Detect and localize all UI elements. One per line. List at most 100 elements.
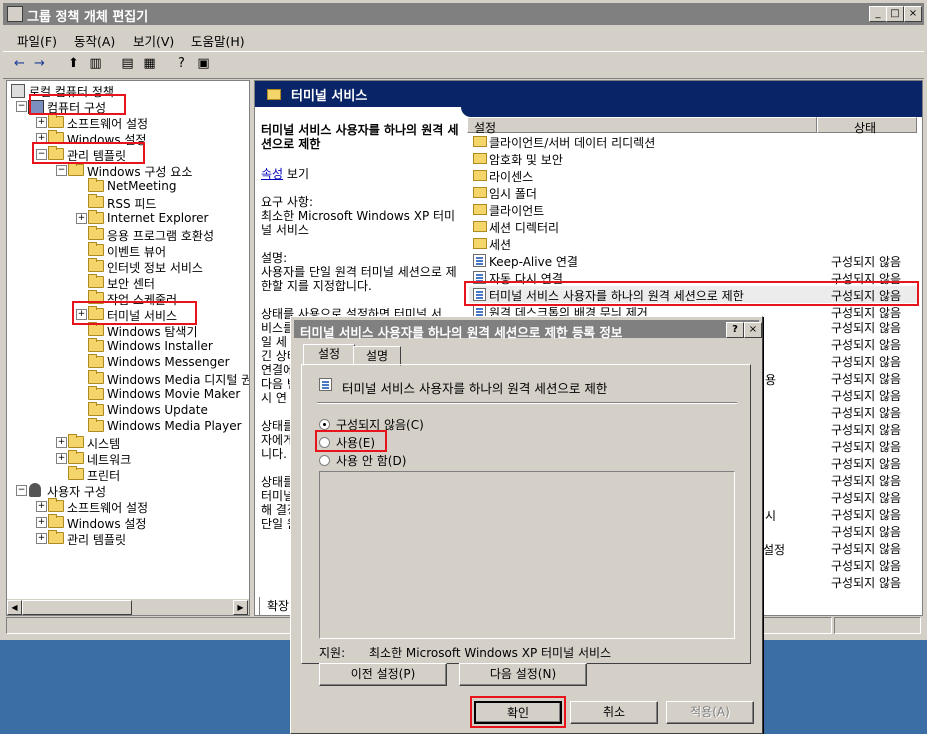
dialog-title-bar[interactable]: 터미널 서비스 사용자를 하나의 원격 세션으로 제한 등록 정보 ? ×	[294, 320, 762, 340]
support-text: 최소한 Microsoft Windows XP 터미널 서비스	[369, 646, 612, 660]
policy-row[interactable]: Keep-Alive 연결 구성되지 않음	[469, 252, 919, 269]
help-icon[interactable]: ?	[173, 56, 190, 72]
desc-link-row: 속성 보기	[261, 167, 309, 181]
folder-icon	[88, 258, 104, 272]
scroll-thumb[interactable]	[22, 600, 132, 615]
folder-icon	[88, 338, 104, 352]
scroll-right-icon[interactable]: ▶	[233, 600, 248, 615]
tab-description[interactable]: 설명	[353, 346, 401, 366]
minimize-button[interactable]: _	[869, 6, 887, 22]
desc-title: 터미널 서비스 사용자를 하나의 원격 세션으로 제한	[261, 123, 459, 151]
list-item[interactable]: 클라이언트/서버 데이터 리디렉션	[469, 133, 919, 150]
user-icon	[29, 483, 41, 497]
menu-help[interactable]: 도움말(H)	[191, 31, 245, 50]
properties-dialog: 터미널 서비스 사용자를 하나의 원격 세션으로 제한 등록 정보 ? × 설정…	[290, 316, 763, 734]
list-item[interactable]: 클라이언트	[469, 201, 919, 218]
maximize-button[interactable]: □	[886, 6, 904, 22]
dialog-help-button[interactable]: ?	[726, 322, 744, 338]
computer-policy-icon	[11, 84, 25, 98]
export-icon[interactable]: ▦	[141, 56, 158, 72]
folder-icon	[88, 226, 104, 240]
partial-text: 설정	[763, 543, 786, 557]
folder-icon	[88, 370, 104, 384]
support-label: 지원:	[319, 646, 346, 660]
options-box	[319, 471, 735, 639]
highlight-ok	[470, 696, 566, 728]
folder-icon	[88, 386, 104, 400]
menu-view[interactable]: 보기(V)	[133, 31, 174, 50]
title-bar[interactable]: 그룹 정책 개체 편집기 _ □ ×	[3, 3, 924, 25]
list-item[interactable]: 세션 디렉터리	[469, 218, 919, 235]
policy-icon	[473, 254, 486, 267]
expand-icon[interactable]: +	[36, 501, 47, 512]
highlight-computer-config	[29, 94, 126, 115]
dialog-policy-name: 터미널 서비스 사용자를 하나의 원격 세션으로 제한	[342, 381, 608, 396]
scroll-left-icon[interactable]: ◀	[7, 600, 22, 615]
next-setting-button[interactable]: 다음 설정(N)	[459, 663, 587, 686]
folder-icon	[88, 194, 104, 208]
folder-open-icon	[68, 162, 84, 176]
folder-icon	[68, 450, 84, 464]
highlight-selected-policy	[464, 281, 919, 306]
close-button[interactable]: ×	[904, 6, 922, 22]
folder-icon	[48, 114, 64, 128]
column-state[interactable]: 상태	[817, 117, 917, 135]
expand-icon[interactable]: +	[36, 117, 47, 128]
folder-icon	[88, 322, 104, 336]
list-item[interactable]: 암호화 및 보안	[469, 150, 919, 167]
forward-arrow-icon[interactable]: →	[31, 56, 48, 72]
tree-pane: 로컬 컴퓨터 정책 − 컴퓨터 구성 + 소프트웨어 설정 + Windows 설정 …	[6, 80, 250, 616]
expand-icon[interactable]: +	[36, 533, 47, 544]
properties-icon[interactable]: ▤	[119, 56, 136, 72]
dialog-close-button[interactable]: ×	[744, 322, 762, 338]
desc-label: 설명:	[261, 251, 288, 265]
extended-view-icon[interactable]: ▣	[195, 56, 212, 72]
folder-icon	[473, 204, 487, 215]
folder-icon	[473, 238, 487, 249]
dialog-title: 터미널 서비스 사용자를 하나의 원격 세션으로 제한 등록 정보	[300, 325, 623, 340]
folder-icon	[88, 354, 104, 368]
folder-icon	[48, 498, 64, 512]
toolbar: ← → ⬆ ▥ ▤ ▦ ? ▣	[3, 51, 924, 79]
properties-link[interactable]: 속성	[261, 167, 283, 181]
expand-icon[interactable]: +	[56, 437, 67, 448]
tree-horizontal-scrollbar[interactable]: ◀ ▶	[7, 599, 249, 615]
expand-icon[interactable]: +	[56, 453, 67, 464]
list-item[interactable]: 세션	[469, 235, 919, 252]
list-item[interactable]: 임시 폴더	[469, 184, 919, 201]
desc-text: 사용자를 단일 원격 터미널 세션으로 제한할 지를 지정합니다.	[261, 265, 457, 293]
back-arrow-icon[interactable]: ←	[11, 56, 28, 72]
show-tree-icon[interactable]: ▥	[87, 56, 104, 72]
radio-disabled[interactable]	[319, 455, 330, 466]
partial-text: 용	[765, 373, 777, 387]
column-setting[interactable]: 설정	[467, 117, 817, 135]
apply-button[interactable]: 적용(A)	[666, 701, 754, 724]
folder-icon	[88, 274, 104, 288]
folder-icon	[88, 418, 104, 432]
gpedit-icon	[7, 6, 23, 22]
folder-icon	[68, 466, 84, 480]
list-item[interactable]: 라이센스	[469, 167, 919, 184]
menu-action[interactable]: 동작(A)	[74, 31, 115, 50]
expand-icon[interactable]: +	[76, 213, 87, 224]
collapse-icon[interactable]: −	[16, 485, 27, 496]
folder-icon	[473, 153, 487, 164]
previous-setting-button[interactable]: 이전 설정(P)	[319, 663, 447, 686]
collapse-icon[interactable]: −	[56, 165, 67, 176]
collapse-icon[interactable]: −	[16, 101, 27, 112]
folder-icon	[473, 221, 487, 232]
folder-icon	[88, 242, 104, 256]
folder-icon	[473, 136, 487, 147]
policy-icon	[319, 378, 332, 391]
up-folder-icon[interactable]: ⬆	[65, 56, 82, 72]
cancel-button[interactable]: 취소	[570, 701, 658, 724]
radio-not-configured[interactable]	[319, 419, 330, 430]
folder-icon	[68, 434, 84, 448]
folder-icon	[473, 170, 487, 181]
expand-icon[interactable]: +	[36, 517, 47, 528]
folder-open-icon	[267, 89, 281, 100]
header-curve	[461, 107, 922, 117]
folder-icon	[88, 402, 104, 416]
tab-setting[interactable]: 설정	[303, 344, 355, 366]
menu-file[interactable]: 파일(F)	[17, 31, 57, 50]
